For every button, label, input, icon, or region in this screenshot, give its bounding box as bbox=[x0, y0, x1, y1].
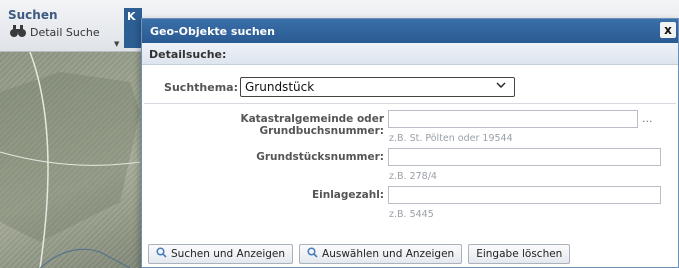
search-icon bbox=[156, 247, 167, 261]
search-show-label: Suchen und Anzeigen bbox=[171, 248, 286, 260]
button-row: Suchen und Anzeigen Auswählen und Anzeig… bbox=[148, 244, 571, 264]
deposit-number-label: Einlagezahl: bbox=[311, 189, 384, 201]
parcel-number-input[interactable] bbox=[388, 148, 661, 166]
parcel-number-label: Grundstücksnummer: bbox=[256, 151, 384, 163]
dialog-title: Geo-Objekte suchen bbox=[150, 25, 275, 38]
deposit-number-hint: z.B. 5445 bbox=[389, 209, 434, 220]
lookup-dots-button[interactable]: ... bbox=[642, 112, 653, 125]
suchen-label: Suchen bbox=[8, 8, 58, 22]
binoculars-icon bbox=[10, 24, 26, 41]
clear-input-button[interactable]: Eingabe löschen bbox=[468, 244, 571, 264]
clear-input-label: Eingabe löschen bbox=[476, 248, 563, 260]
search-icon bbox=[307, 247, 318, 261]
panel-tab[interactable]: K bbox=[124, 8, 142, 48]
select-show-button[interactable]: Auswählen und Anzeigen bbox=[299, 244, 463, 264]
parcel-number-hint: z.B. 278/4 bbox=[389, 171, 437, 182]
detail-search-button[interactable]: Detail Suche bbox=[10, 24, 100, 41]
section-title: Detailsuche: bbox=[142, 43, 678, 65]
topic-select[interactable]: Grundstück bbox=[240, 77, 515, 97]
topic-row: Suchthema: Grundstück bbox=[142, 77, 678, 99]
dialog-titlebar[interactable]: Geo-Objekte suchen x bbox=[142, 19, 678, 43]
cadastral-input[interactable] bbox=[388, 110, 638, 128]
search-show-button[interactable]: Suchen und Anzeigen bbox=[148, 244, 294, 264]
cadastral-hint: z.B. St. Pölten oder 19544 bbox=[389, 133, 513, 144]
topic-value: Grundstück bbox=[245, 80, 315, 94]
detail-search-label: Detail Suche bbox=[30, 26, 100, 39]
deposit-number-input[interactable] bbox=[388, 186, 661, 204]
select-show-label: Auswählen und Anzeigen bbox=[322, 248, 455, 260]
geo-search-dialog: Geo-Objekte suchen x Detailsuche: Suchth… bbox=[141, 18, 679, 268]
cadastral-label: Katastralgemeinde oder Grundbuchsnummer: bbox=[240, 113, 384, 137]
chevron-down-icon bbox=[496, 80, 506, 93]
divider bbox=[144, 103, 676, 104]
close-icon[interactable]: x bbox=[660, 22, 676, 38]
topic-label: Suchthema: bbox=[164, 81, 238, 94]
chevron-down-icon[interactable]: ▼ bbox=[114, 40, 119, 48]
